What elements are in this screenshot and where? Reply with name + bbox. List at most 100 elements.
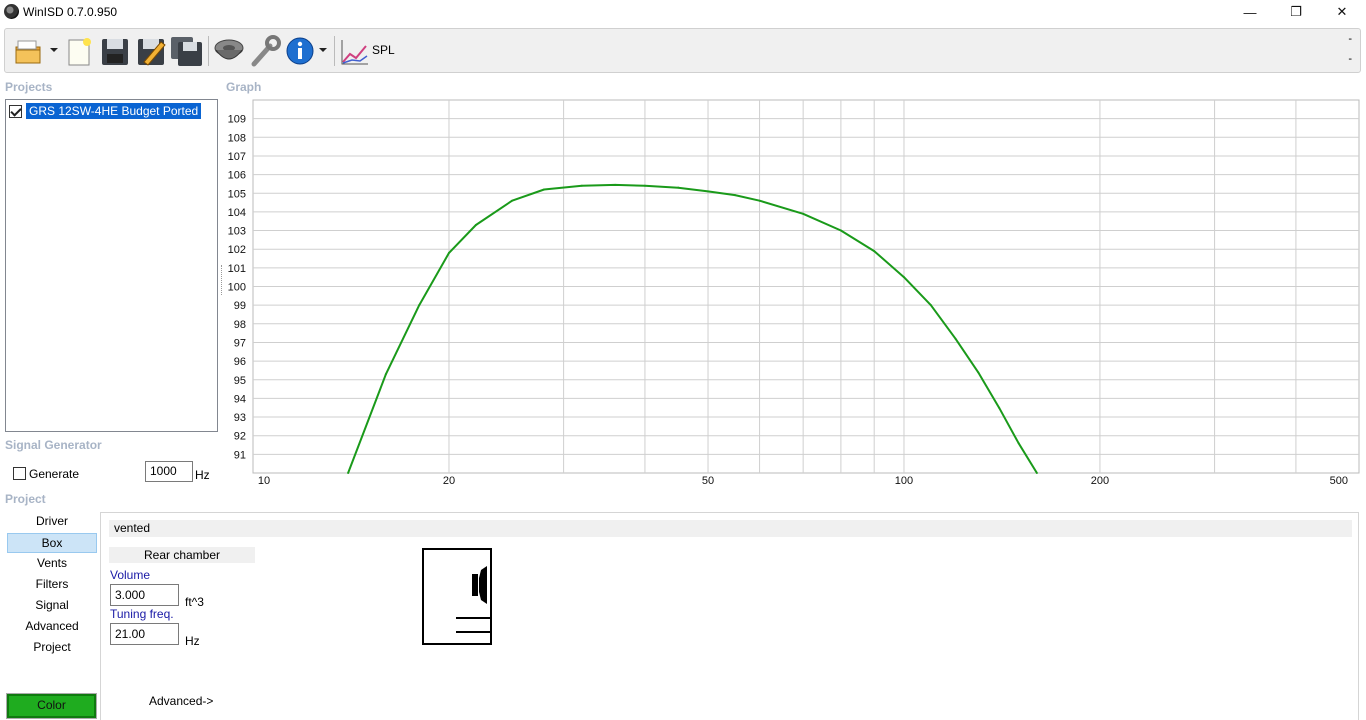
y-tick-label: 100 [228, 282, 246, 294]
y-tick-label: 91 [234, 449, 246, 461]
y-tick-label: 93 [234, 412, 246, 424]
open-folder-icon[interactable] [13, 34, 47, 68]
spl-data-point [614, 183, 617, 186]
y-tick-label: 101 [228, 263, 246, 275]
tuning-freq-unit: Hz [185, 634, 200, 648]
info-icon[interactable] [284, 34, 318, 68]
y-tick-label: 107 [228, 151, 246, 163]
y-tick-label: 106 [228, 170, 246, 182]
y-tick-label: 97 [234, 337, 246, 349]
x-tick-label: 10 [258, 475, 270, 487]
y-tick-label: 102 [228, 244, 246, 256]
tuning-freq-input[interactable]: 21.00 [110, 623, 179, 645]
generate-checkbox[interactable] [13, 467, 26, 480]
toolbar-separator [208, 36, 209, 66]
nav-project[interactable]: Project [7, 638, 97, 658]
new-project-icon[interactable] [62, 34, 96, 68]
volume-unit: ft^3 [185, 595, 204, 609]
spl-data-point [474, 223, 477, 226]
y-tick-label: 99 [234, 300, 246, 312]
driver-editor-icon[interactable] [212, 34, 246, 68]
spl-data-point [543, 188, 546, 191]
volume-label: Volume [110, 568, 151, 582]
spl-graph-label[interactable]: SPL [372, 43, 395, 57]
tools-wrench-icon[interactable] [248, 34, 282, 68]
generator-frequency-input[interactable]: 1000 [145, 461, 193, 482]
spl-graph-icon[interactable] [338, 34, 372, 68]
spl-data-point [929, 304, 932, 307]
spl-data-point [580, 184, 583, 187]
spl-data-point [447, 251, 450, 254]
x-tick-label: 50 [702, 475, 714, 487]
color-button[interactable]: Color [6, 693, 97, 719]
toolbar-overflow-top[interactable]: - [1348, 33, 1352, 45]
project-visible-checkbox[interactable] [9, 104, 22, 118]
spl-data-point [758, 199, 761, 202]
title-bar: WinISD 0.7.0.950 — ❐ ✕ [0, 0, 1366, 24]
vented-box-diagram [422, 548, 492, 645]
y-tick-label: 96 [234, 356, 246, 368]
project-name[interactable]: GRS 12SW-4HE Budget Ported [24, 102, 203, 120]
generator-unit: Hz [195, 468, 210, 482]
tuning-freq-label: Tuning freq. [110, 607, 174, 621]
x-tick-label: 20 [443, 475, 455, 487]
app-speaker-icon [4, 4, 19, 19]
spl-data-point [347, 472, 350, 474]
spl-data-point [839, 229, 842, 232]
project-item[interactable]: GRS 12SW-4HE Budget Ported [9, 102, 203, 120]
window-title: WinISD 0.7.0.950 [23, 5, 118, 19]
toolbar-overflow-bottom[interactable]: - [1348, 53, 1352, 65]
y-tick-label: 92 [234, 431, 246, 443]
y-tick-label: 95 [234, 375, 246, 387]
y-tick-label: 108 [228, 132, 246, 144]
projects-list[interactable]: GRS 12SW-4HE Budget Ported [5, 99, 218, 432]
save-as-icon[interactable] [134, 34, 168, 68]
spl-data-point [677, 186, 680, 189]
x-tick-label: 500 [1330, 475, 1348, 487]
nav-driver[interactable]: Driver [7, 512, 97, 532]
open-dropdown-arrow[interactable] [50, 48, 58, 52]
spl-graph[interactable]: 109 108 107 106 105 104 103 102 101 100 99 98 97 96 95… [224, 99, 1360, 491]
spl-data-point [707, 190, 710, 193]
spl-data-point [643, 184, 646, 187]
spl-data-point [802, 212, 805, 215]
spl-graph-svg[interactable]: 109 108 107 106 105 104 103 102 101 100 99 98 97 96 95… [224, 99, 1360, 491]
graph-heading: Graph [226, 80, 262, 94]
spl-data-point [384, 373, 387, 376]
spl-data-point [977, 371, 980, 374]
spl-data-point [418, 304, 421, 307]
advanced-link[interactable]: Advanced-> [149, 694, 213, 708]
nav-box[interactable]: Box [7, 533, 97, 553]
spl-data-point [733, 194, 736, 197]
project-heading: Project [5, 492, 46, 506]
y-tick-label: 109 [228, 114, 246, 126]
nav-signal[interactable]: Signal [7, 596, 97, 616]
box-panel: vented Rear chamber Volume 3.000 ft^3 Tu… [100, 512, 1359, 720]
nav-vents[interactable]: Vents [7, 554, 97, 574]
info-dropdown-arrow[interactable] [319, 48, 327, 52]
x-tick-label: 100 [895, 475, 913, 487]
save-icon[interactable] [98, 34, 132, 68]
generate-label[interactable]: Generate [29, 467, 79, 481]
y-tick-label: 98 [234, 319, 246, 331]
toolbar-separator [334, 36, 335, 66]
spl-data-point [998, 406, 1001, 409]
minimize-button[interactable]: — [1227, 0, 1273, 24]
maximize-button[interactable]: ❐ [1273, 0, 1319, 24]
y-tick-label: 94 [234, 393, 246, 405]
x-tick-label: 200 [1091, 475, 1109, 487]
spl-data-point [1017, 442, 1020, 445]
close-button[interactable]: ✕ [1319, 0, 1365, 24]
volume-input[interactable]: 3.000 [110, 584, 179, 606]
save-all-icon[interactable] [170, 34, 204, 68]
nav-advanced[interactable]: Advanced [7, 617, 97, 637]
box-type-selector[interactable]: vented [109, 520, 1352, 537]
y-tick-label: 103 [228, 226, 246, 238]
nav-filters[interactable]: Filters [7, 575, 97, 595]
splitter-handle[interactable] [221, 265, 223, 295]
rear-chamber-header: Rear chamber [109, 547, 255, 563]
spl-data-point [873, 250, 876, 253]
spl-data-point [902, 276, 905, 279]
y-tick-label: 104 [228, 207, 246, 219]
spl-data-point [511, 199, 514, 202]
